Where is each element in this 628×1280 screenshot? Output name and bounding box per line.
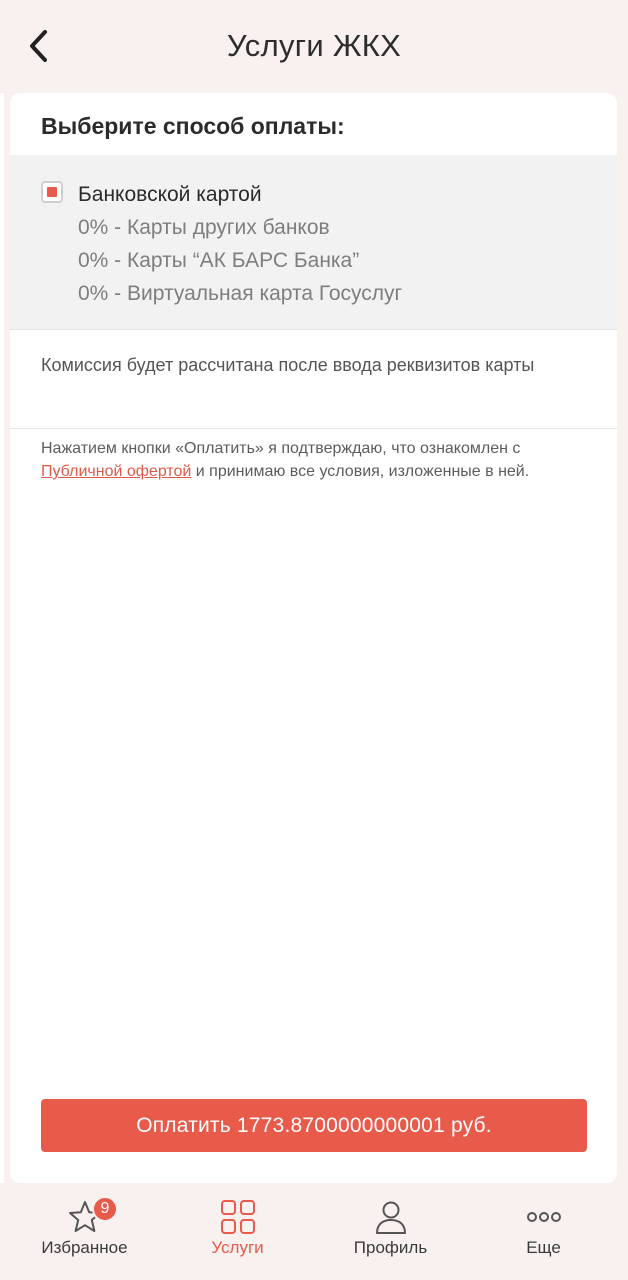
payment-heading: Выберите способ оплаты:	[41, 113, 345, 139]
tab-favorites[interactable]: 9 Избранное	[6, 1186, 163, 1280]
offer-text-after: и принимаю все условия, изложенные в ней…	[191, 463, 530, 480]
tab-services[interactable]: Услуги	[159, 1186, 316, 1280]
payment-method-radio[interactable]	[41, 181, 63, 203]
offer-disclaimer: Нажатием кнопки «Оплатить» я подтверждаю…	[41, 437, 596, 483]
bottom-tab-bar: 9 Избранное Услуги Профиль Еще	[0, 1186, 628, 1280]
tab-label: Еще	[526, 1238, 561, 1257]
divider	[10, 428, 617, 429]
user-icon	[375, 1201, 406, 1234]
payment-method-line: 0% - Виртуальная карта Госуслуг	[78, 282, 403, 305]
back-button[interactable]	[18, 24, 58, 68]
payment-method-card[interactable]: Банковской картой 0% - Карты других банк…	[10, 155, 617, 330]
offer-text-before: Нажатием кнопки «Оплатить» я подтверждаю…	[41, 440, 521, 457]
grid-icon	[220, 1200, 255, 1234]
radio-selected-indicator	[47, 187, 57, 197]
more-icon	[526, 1212, 561, 1222]
tab-label: Услуги	[211, 1238, 264, 1257]
favorites-badge: 9	[92, 1196, 118, 1222]
pay-button[interactable]: Оплатить 1773.8700000000001 руб.	[41, 1099, 587, 1152]
tab-label: Избранное	[41, 1238, 128, 1257]
tab-label: Профиль	[353, 1238, 428, 1257]
payment-method-title: Банковской картой	[78, 183, 262, 206]
tab-more[interactable]: Еще	[465, 1186, 622, 1280]
app-header: Услуги ЖКХ	[0, 0, 628, 92]
payment-card: Выберите способ оплаты: Банковской карто…	[10, 93, 617, 1183]
chevron-left-icon	[30, 30, 47, 62]
payment-method-line: 0% - Карты “АК БАРС Банка”	[78, 249, 360, 272]
tab-profile[interactable]: Профиль	[312, 1186, 469, 1280]
payment-method-line: 0% - Карты других банков	[78, 216, 330, 239]
left-rail	[0, 93, 4, 1183]
commission-note: Комиссия будет рассчитана после ввода ре…	[41, 355, 535, 375]
public-offer-link[interactable]: Публичной офертой	[41, 463, 191, 480]
page-title: Услуги ЖКХ	[226, 28, 402, 63]
